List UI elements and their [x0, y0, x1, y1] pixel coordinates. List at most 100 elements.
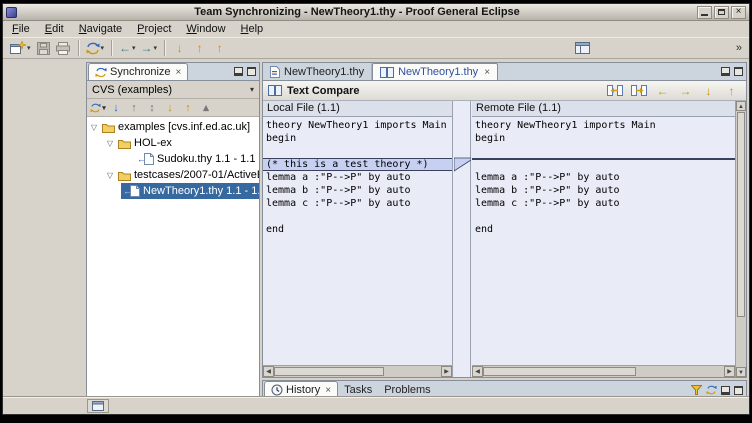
minimize-view-icon[interactable] [234, 67, 243, 76]
menu-file[interactable]: File [12, 23, 30, 35]
filter-button[interactable] [691, 385, 702, 395]
sync-modes-icon [90, 103, 101, 113]
expander-icon[interactable]: ▽ [89, 123, 99, 132]
outgoing-mode-button[interactable]: ↑ [125, 100, 143, 116]
scrollbar-thumb[interactable] [483, 367, 636, 376]
maximize-view-icon[interactable] [247, 67, 256, 76]
refresh-button[interactable] [706, 385, 717, 395]
eclipse-window: Team Synchronizing - NewTheory1.thy - Pr… [2, 3, 750, 415]
view-controls [234, 67, 256, 76]
remote-horizontal-scrollbar[interactable]: ◀ ▶ [472, 365, 735, 377]
toolbar-overflow-button[interactable]: » [734, 42, 744, 54]
close-icon[interactable]: × [325, 385, 331, 396]
tab-tasks[interactable]: Tasks [338, 381, 378, 398]
tree-item-newtheory1-selected[interactable]: ← NewTheory1.thy 1.1 - 1.1 (A [121, 183, 259, 199]
tab-synchronize-label: Synchronize [110, 66, 171, 78]
scrollbar-thumb[interactable] [737, 112, 745, 317]
scroll-right-icon[interactable]: ▶ [441, 366, 452, 377]
remote-code[interactable]: theory NewTheory1 imports Main begin lem… [472, 117, 735, 365]
copy-all-right-to-left-button[interactable] [605, 82, 625, 99]
commit-all-button[interactable]: ↑ [179, 100, 197, 116]
scroll-right-icon[interactable]: ▶ [724, 366, 735, 377]
expander-icon[interactable]: ▽ [105, 139, 115, 148]
scroll-left-icon[interactable]: ◀ [263, 366, 274, 377]
tree-item-holex[interactable]: ▽ HOL-ex [87, 135, 259, 151]
new-wizard-button[interactable]: ▾ [8, 39, 33, 58]
forward-button[interactable]: → ▾ [139, 39, 160, 58]
sync-modes-button[interactable]: ▾ [89, 100, 107, 116]
tab-synchronize[interactable]: Synchronize × [88, 63, 188, 80]
menu-window[interactable]: Window [186, 23, 225, 35]
tree-item-label: Sudoku.thy 1.1 - 1.1 (ASCII [157, 153, 259, 165]
remote-pane[interactable]: Remote File (1.1) theory NewTheory1 impo… [472, 101, 735, 377]
code-line: lemma a :"P-->P" by auto [266, 171, 449, 184]
app-icon [6, 7, 17, 18]
incoming-change-icon: ← [123, 186, 130, 196]
tree-item-examples[interactable]: ▽ examples [cvs.inf.ed.ac.uk] [87, 119, 259, 135]
minimize-view-icon[interactable] [721, 386, 730, 395]
update-all-button[interactable]: ↓ [161, 100, 179, 116]
local-code[interactable]: theory NewTheory1 imports Main begin (* … [263, 117, 452, 365]
both-mode-button[interactable]: ↕ [143, 100, 161, 116]
next-difference-button[interactable]: ↓ [699, 82, 718, 99]
copy-current-right-to-left-button[interactable]: ← [653, 82, 672, 99]
window-title: Team Synchronizing - NewTheory1.thy - Pr… [20, 6, 694, 18]
synchronize-toolbar: ▾ ↓ ↑ ↕ ↓ ↑ ▴ [87, 99, 259, 117]
scroll-up-icon[interactable]: ▲ [736, 101, 746, 111]
close-icon[interactable]: × [176, 67, 182, 78]
fast-view-icon [92, 401, 104, 411]
synchronize-tabbar: Synchronize × [87, 63, 259, 81]
folder-icon [118, 138, 131, 149]
previous-change-button[interactable]: ↑ [190, 39, 209, 58]
last-edit-location-button[interactable]: ↑ [210, 39, 229, 58]
code-line-diff: (* this is a test theory *) [263, 158, 452, 171]
compare-editor: Text Compare ← → ↓ ↑ Local File (1.1) [262, 80, 747, 378]
incoming-mode-button[interactable]: ↓ [107, 100, 125, 116]
menu-edit[interactable]: Edit [45, 23, 64, 35]
local-pane[interactable]: Local File (1.1) theory NewTheory1 impor… [263, 101, 453, 377]
back-button[interactable]: ← ▾ [117, 39, 138, 58]
previous-difference-button[interactable]: ↑ [722, 82, 741, 99]
synchronize-icon [86, 42, 100, 55]
copy-all-right-to-left-icon [607, 85, 623, 96]
dropdown-icon: ▾ [132, 44, 136, 52]
maximize-window-button[interactable] [714, 6, 729, 19]
tab-problems[interactable]: Problems [378, 381, 436, 398]
expander-icon[interactable]: ▽ [105, 171, 115, 180]
close-icon[interactable]: × [484, 67, 490, 78]
copy-all-left-to-right-button[interactable] [629, 82, 649, 99]
previous-change-icon: ↑ [197, 42, 203, 54]
perspective-button[interactable] [573, 39, 592, 58]
minimize-window-button[interactable] [697, 6, 712, 19]
scrollbar-thumb[interactable] [274, 367, 384, 376]
incoming-change-icon: ← [137, 154, 144, 164]
maximize-view-icon[interactable] [734, 386, 743, 395]
next-change-button[interactable]: ↓ [170, 39, 189, 58]
tree-item-testcases[interactable]: ▽ testcases/2007-01/ActiveEditorV [87, 167, 259, 183]
synchronize-button[interactable]: ▾ [84, 39, 107, 58]
local-horizontal-scrollbar[interactable]: ◀ ▶ [263, 365, 452, 377]
menu-help[interactable]: Help [241, 23, 264, 35]
collapse-all-button[interactable]: ▴ [197, 100, 215, 116]
minimize-editor-icon[interactable] [721, 67, 730, 76]
code-line [475, 210, 732, 223]
tab-newtheory1-editor[interactable]: NewTheory1.thy [263, 63, 372, 80]
copy-current-left-to-right-button[interactable]: → [676, 82, 695, 99]
save-button[interactable] [34, 39, 53, 58]
close-window-button[interactable]: × [731, 6, 746, 19]
save-icon [37, 42, 50, 55]
maximize-editor-icon[interactable] [734, 67, 743, 76]
menu-navigate[interactable]: Navigate [79, 23, 122, 35]
scroll-down-icon[interactable]: ▼ [736, 367, 746, 377]
vertical-scrollbar[interactable]: ▲ ▼ [735, 101, 746, 377]
local-pane-header: Local File (1.1) [263, 101, 452, 117]
participant-label: CVS (examples) [92, 84, 172, 96]
scroll-left-icon[interactable]: ◀ [472, 366, 483, 377]
menu-project[interactable]: Project [137, 23, 171, 35]
fast-view-button[interactable] [87, 399, 109, 413]
participant-selector[interactable]: CVS (examples) ▾ [87, 81, 259, 99]
tree-item-sudoku[interactable]: ← Sudoku.thy 1.1 - 1.1 (ASCII [87, 151, 259, 167]
print-button[interactable] [54, 39, 73, 58]
tab-newtheory1-compare[interactable]: NewTheory1.thy × [372, 63, 498, 80]
tab-history[interactable]: History × [264, 381, 338, 398]
